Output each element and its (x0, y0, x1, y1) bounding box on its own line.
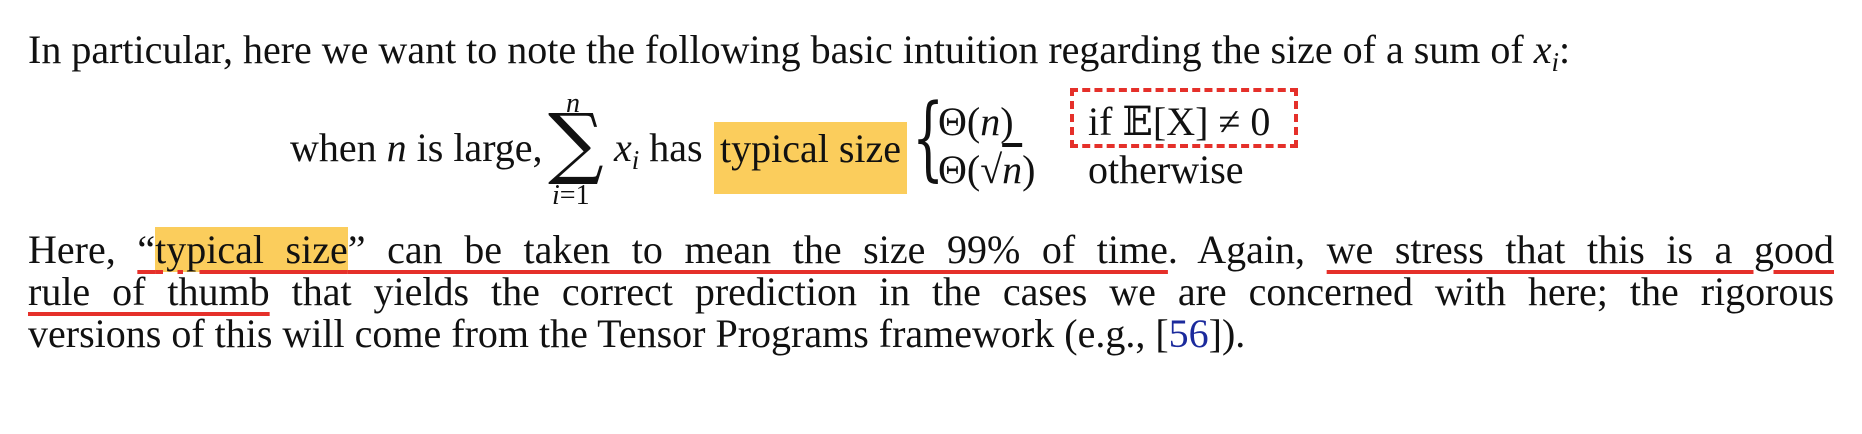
case1-condition: if 𝔼[X] ≠ 0 (1088, 99, 1271, 144)
eq-term: xi has (614, 125, 703, 175)
sum-lower-limit: i=1 (552, 180, 590, 211)
eq-n: n (386, 125, 407, 170)
underline-span-3: rule of thumb (28, 269, 270, 314)
paragraph2-line3: versions of this will come from the Tens… (28, 311, 1246, 356)
eq-prefix: when n is large, (290, 125, 543, 170)
underline-span-2: we stress that this is a good (1326, 227, 1834, 272)
eq-has: has (649, 125, 703, 170)
intro-text: In particular, here we want to note the … (28, 27, 1534, 72)
citation-link-56[interactable]: 56 (1169, 311, 1209, 356)
inline-highlight-typical-size: typical size (155, 227, 348, 272)
math-x: x (1533, 27, 1552, 72)
math-sub-i: i (1551, 47, 1560, 77)
eq-is-large: is large, (416, 125, 543, 170)
case1-value: Θ(n) (938, 99, 1014, 144)
sum-symbol: ∑ (548, 98, 604, 188)
case2-value: Θ(√n) (938, 147, 1036, 192)
case2-condition: otherwise (1088, 147, 1244, 192)
underline-span-1: “typical size” can be taken to mean the … (137, 227, 1168, 272)
paragraph2-line2: rule of thumb that yields the correct pr… (28, 269, 1835, 314)
paragraph2-line1: Here, “typical size” can be taken to mea… (28, 227, 1834, 272)
eq-highlight-typical-size: typical size (714, 122, 908, 194)
paragraph-intro: In particular, here we want to note the … (28, 26, 1570, 86)
intro-colon: : (1559, 27, 1571, 72)
